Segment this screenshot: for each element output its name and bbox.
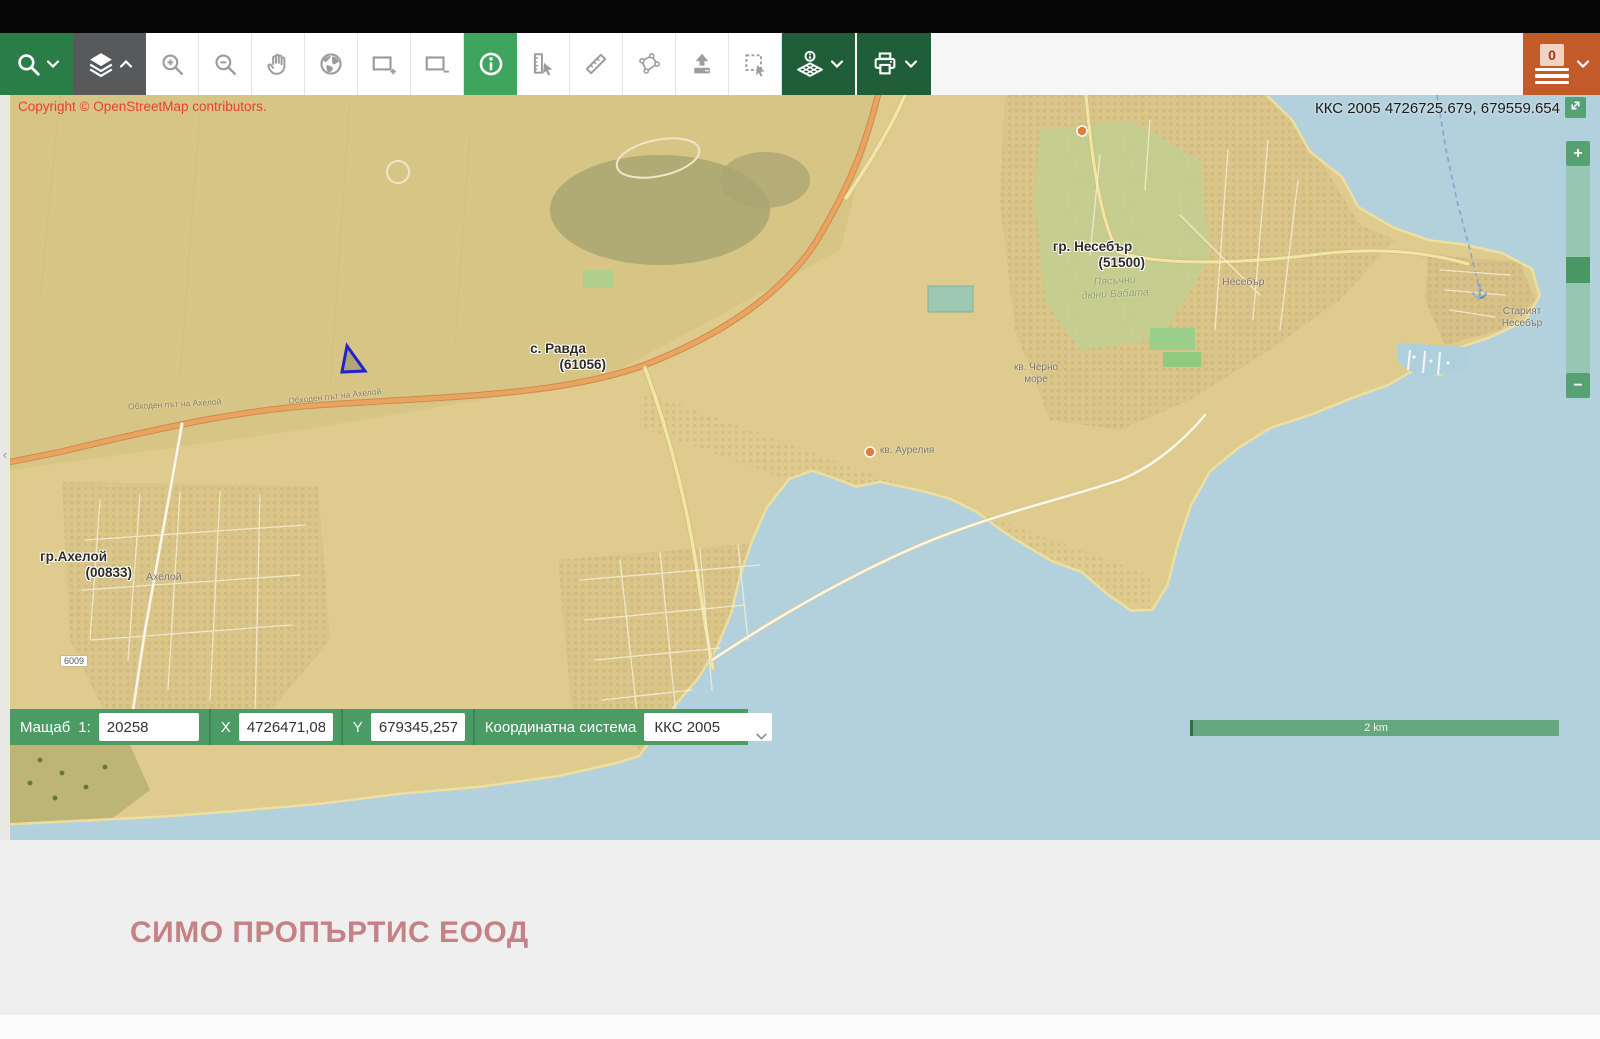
chevron-down-icon <box>1577 55 1589 73</box>
layers-icon <box>88 51 114 77</box>
label-aheloy-minor: Ахелой <box>146 571 182 583</box>
globe-icon <box>318 51 344 77</box>
zoom-out-map-button[interactable]: − <box>1566 373 1590 398</box>
search-icon <box>15 51 41 77</box>
chevron-down-icon <box>756 727 767 741</box>
x-section: X <box>211 709 341 745</box>
label-old-town: Старият Несебър <box>1490 306 1554 330</box>
chevron-down-icon <box>905 60 917 68</box>
measure-area-button[interactable] <box>623 33 676 95</box>
scale-input[interactable] <box>99 713 199 741</box>
measure-distance-button[interactable] <box>570 33 623 95</box>
map-status-bar: Мащаб 1: X Y Координатна система ККС 200… <box>10 709 748 745</box>
label-ravda-name: с. Равда <box>508 341 608 357</box>
full-extent-button[interactable] <box>305 33 358 95</box>
scale-prefix: 1: <box>78 719 91 736</box>
zoom-out-button[interactable] <box>199 33 252 95</box>
label-road-ref: 6009 <box>60 655 88 667</box>
x-label: X <box>221 719 231 736</box>
company-title: СИМО ПРОПЪРТИС ЕООД <box>130 916 529 950</box>
print-icon <box>871 50 899 78</box>
zoom-rect-out-button[interactable] <box>411 33 464 95</box>
side-panel-strip: ‹ <box>0 95 10 840</box>
orders-count-badge: 0 <box>1540 44 1564 66</box>
toolbar-spacer <box>931 33 1523 95</box>
upload-icon <box>689 51 715 77</box>
bottom-white-strip <box>0 1015 1600 1039</box>
chevron-down-icon <box>47 60 59 68</box>
print-button[interactable] <box>857 33 931 95</box>
expand-icon <box>1569 99 1582 117</box>
pan-button[interactable] <box>252 33 305 95</box>
map-copyright: Copyright © OpenStreetMap contributors. <box>18 99 267 114</box>
crs-label: Координатна система <box>485 719 637 736</box>
identify-layers-icon <box>795 49 825 79</box>
ruler-icon <box>583 51 609 77</box>
y-label: Y <box>353 719 363 736</box>
select-region-button[interactable] <box>729 33 782 95</box>
zoom-slider-track[interactable] <box>1566 166 1590 373</box>
orders-menu-button[interactable]: 0 <box>1523 33 1600 95</box>
rect-plus-icon <box>371 51 397 77</box>
label-nesebar-name: гр. Несебър <box>1040 239 1145 255</box>
label-cherno-more: кв. Черно море <box>1002 362 1070 386</box>
label-aheloy-code: (00833) <box>40 565 132 581</box>
info-button[interactable] <box>464 33 517 95</box>
label-aheloy-name: гр.Ахелой <box>40 549 132 565</box>
scale-section: Мащаб 1: <box>10 709 209 745</box>
x-coordinate-input[interactable] <box>239 713 333 741</box>
zoom-slider-widget: + − <box>1566 141 1590 398</box>
layers-button[interactable] <box>73 33 146 95</box>
ruler-cursor-icon <box>530 51 556 77</box>
rect-minus-icon <box>424 51 450 77</box>
identify-layers-button[interactable] <box>782 33 855 95</box>
selection-rect-icon <box>742 51 768 77</box>
zoom-in-button[interactable] <box>146 33 199 95</box>
hand-icon <box>265 51 291 77</box>
measure-parcel-button[interactable] <box>517 33 570 95</box>
upload-button[interactable] <box>676 33 729 95</box>
label-ravda: с. Равда (61056) <box>508 341 608 373</box>
y-section: Y <box>343 709 473 745</box>
scale-label: Мащаб <box>20 719 70 736</box>
browser-black-bar <box>0 0 1600 33</box>
label-nesebar-code: (51500) <box>1040 255 1145 271</box>
app-window: 0 <box>0 0 1600 1039</box>
polygon-icon <box>636 51 662 77</box>
list-badge-icon: 0 <box>1534 42 1570 86</box>
zoom-rect-in-button[interactable] <box>358 33 411 95</box>
label-aurelia: кв. Аурелия <box>880 445 934 456</box>
expand-coordinates-button[interactable] <box>1565 97 1586 118</box>
chevron-up-icon <box>120 60 132 68</box>
panel-collapse-toggle[interactable]: ‹ <box>0 447 10 462</box>
label-ravda-code: (61056) <box>508 357 608 373</box>
zoom-slider-handle[interactable] <box>1566 257 1590 283</box>
cursor-coordinates-readout: ККС 2005 4726725.679, 679559.654 <box>1315 100 1560 117</box>
zoom-in-icon <box>159 51 185 77</box>
label-dunes: Пясъчни дюни Бабата <box>1077 273 1152 303</box>
scale-bar-label: 2 km <box>1364 722 1388 734</box>
map-toolbar: 0 <box>0 33 1600 95</box>
label-aheloy: гр.Ахелой (00833) <box>40 549 132 581</box>
crs-select[interactable]: ККС 2005 <box>644 713 772 741</box>
scale-bar: 2 km <box>1190 720 1559 736</box>
anchor-icon: ⚓ <box>1471 283 1488 300</box>
crs-selected-value: ККС 2005 <box>654 719 720 736</box>
zoom-in-map-button[interactable]: + <box>1566 141 1590 166</box>
label-nesebar-minor: Несебър <box>1222 276 1264 288</box>
chevron-down-icon <box>831 60 843 68</box>
zoom-out-icon <box>212 51 238 77</box>
label-nesebar: гр. Несебър (51500) <box>1040 239 1145 271</box>
y-coordinate-input[interactable] <box>371 713 465 741</box>
info-icon <box>477 50 505 78</box>
search-button[interactable] <box>0 33 73 95</box>
crs-section: Координатна система ККС 2005 <box>475 709 783 745</box>
